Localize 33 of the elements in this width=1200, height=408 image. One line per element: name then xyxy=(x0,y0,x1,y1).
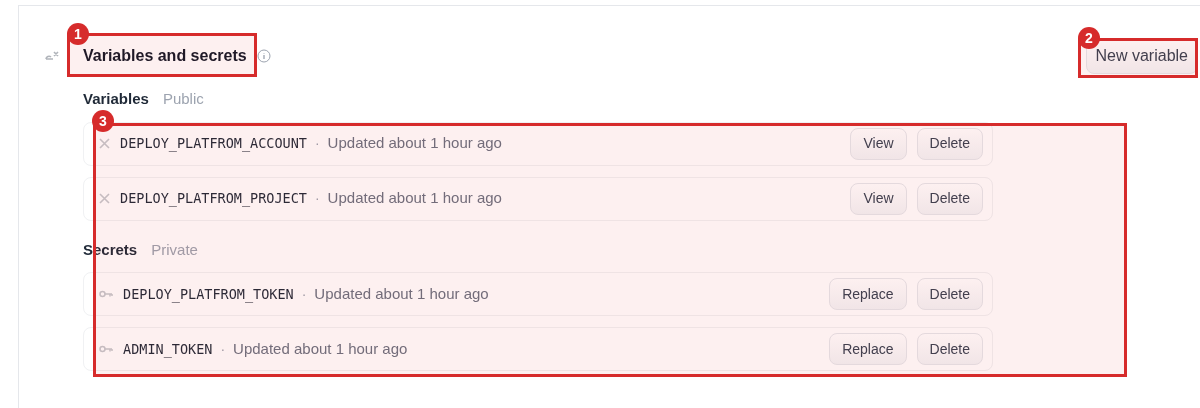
section-title: Variables and secrets xyxy=(83,46,247,66)
updated-time: Updated about 1 hour ago xyxy=(314,283,489,304)
row-action-button[interactable]: Delete xyxy=(916,278,983,310)
annotation-badge: 3 xyxy=(92,110,114,132)
row-action-button[interactable]: View xyxy=(850,182,907,215)
key-icon xyxy=(99,290,113,298)
updated-time: Updated about 1 hour ago xyxy=(327,188,502,209)
variable-name: DEPLOY_PLATFROM_PROJECT xyxy=(120,189,307,209)
separator-dot: · xyxy=(301,284,307,304)
row-action-button[interactable]: Delete xyxy=(916,333,983,365)
variable-name: ADMIN_TOKEN xyxy=(123,339,213,360)
info-icon[interactable] xyxy=(256,49,271,63)
row-action-button[interactable]: View xyxy=(850,127,907,160)
separator-dot: · xyxy=(314,134,320,153)
variable-icon xyxy=(45,50,59,62)
row-action-button[interactable]: Delete xyxy=(916,127,983,160)
row-action-button[interactable]: Replace xyxy=(829,333,907,365)
key-icon xyxy=(99,345,113,353)
variable-icon xyxy=(99,138,110,149)
row-action-button[interactable]: Replace xyxy=(829,278,907,310)
updated-time: Updated about 1 hour ago xyxy=(327,133,502,154)
separator-dot: · xyxy=(314,189,320,208)
annotation-badge: 2 xyxy=(1078,27,1100,49)
variable-name: DEPLOY_PLATFROM_TOKEN xyxy=(123,284,294,305)
group-label: Variables xyxy=(83,89,149,109)
visibility-label: Private xyxy=(151,239,198,260)
annotation-badge: 1 xyxy=(67,23,89,45)
row-action-button[interactable]: Delete xyxy=(916,182,983,215)
variable-icon xyxy=(99,193,110,204)
visibility-label: Public xyxy=(162,89,204,109)
variable-name: DEPLOY_PLATFROM_ACCOUNT xyxy=(120,134,307,154)
updated-time: Updated about 1 hour ago xyxy=(233,338,408,359)
separator-dot: · xyxy=(220,339,226,359)
